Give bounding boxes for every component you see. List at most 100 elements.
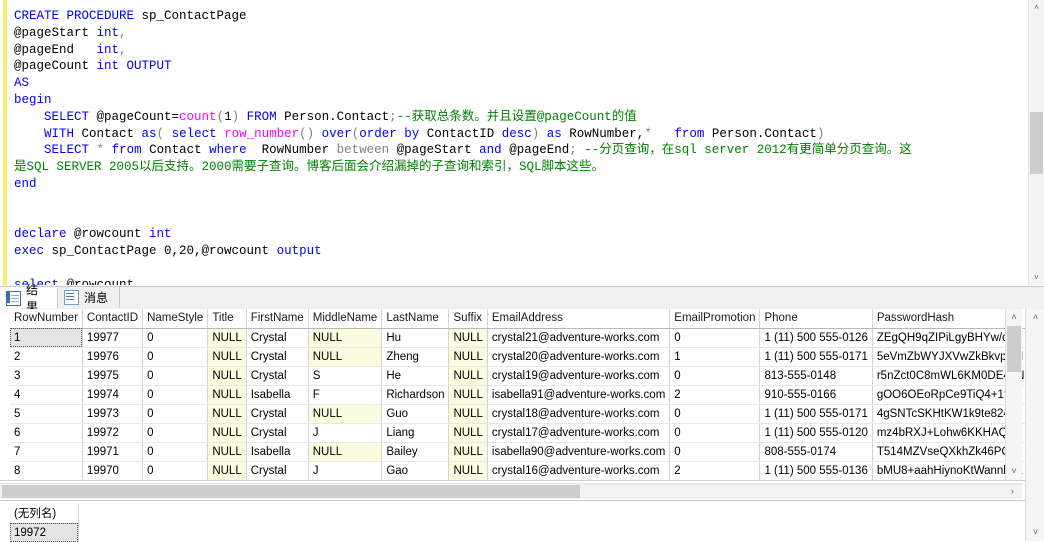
- scroll-up-icon[interactable]: ˄: [1029, 0, 1044, 15]
- table-cell[interactable]: 0: [142, 442, 209, 462]
- table-cell[interactable]: Crystal: [246, 347, 309, 367]
- table-row[interactable]: 4 19974 0 NULL Isabella F Richardson NULL isabel…: [10, 385, 1029, 405]
- table-cell[interactable]: 19976: [82, 347, 144, 367]
- table-cell[interactable]: NULL: [207, 347, 247, 367]
- table-cell[interactable]: 19970: [82, 461, 144, 480]
- scroll-up-icon[interactable]: ˄: [1027, 309, 1044, 326]
- results-grid-1-container[interactable]: RowNumber ContactID NameStyle Title FirstNam…: [0, 309, 1029, 481]
- table-cell[interactable]: 5: [10, 404, 83, 424]
- table-cell[interactable]: 19974: [82, 385, 144, 405]
- results-grid-2-container[interactable]: (无列名) 19972: [0, 500, 1025, 542]
- table-cell[interactable]: 808-555-0174: [759, 442, 873, 462]
- table-cell[interactable]: crystal16@adventure-works.com: [487, 461, 671, 480]
- table-cell[interactable]: NULL: [448, 461, 488, 480]
- table-cell[interactable]: Crystal: [246, 366, 309, 386]
- column-header[interactable]: (无列名): [10, 504, 79, 524]
- table-cell[interactable]: Bailey: [381, 442, 450, 462]
- table-cell[interactable]: 910-555-0166: [759, 385, 873, 405]
- table-cell[interactable]: F: [308, 385, 383, 405]
- table-cell[interactable]: J: [308, 423, 383, 443]
- table-row[interactable]: 1 19977 0 NULL Crystal NULL Hu NULL crystal21@ad…: [10, 328, 1029, 348]
- table-cell[interactable]: 0: [669, 328, 761, 348]
- column-header[interactable]: NameStyle: [142, 309, 209, 329]
- table-cell[interactable]: 0: [669, 442, 761, 462]
- table-cell[interactable]: 19972: [10, 523, 79, 542]
- editor-vertical-scrollbar[interactable]: ˄ ˅: [1028, 0, 1044, 285]
- column-header[interactable]: MiddleName: [308, 309, 383, 329]
- table-cell[interactable]: crystal17@adventure-works.com: [487, 423, 671, 443]
- table-cell[interactable]: isabella91@adventure-works.com: [487, 385, 671, 405]
- table-cell[interactable]: 2: [669, 461, 761, 480]
- column-header[interactable]: RowNumber: [10, 309, 83, 329]
- table-cell[interactable]: 1 (11) 500 555-0126: [759, 328, 873, 348]
- table-cell[interactable]: Zheng: [381, 347, 450, 367]
- table-cell[interactable]: NULL: [308, 328, 383, 348]
- column-header[interactable]: ContactID: [82, 309, 144, 329]
- table-cell[interactable]: crystal20@adventure-works.com: [487, 347, 671, 367]
- table-cell[interactable]: NULL: [207, 328, 247, 348]
- table-cell[interactable]: 4: [10, 385, 83, 405]
- table-cell[interactable]: NULL: [308, 442, 383, 462]
- table-cell[interactable]: NULL: [448, 328, 488, 348]
- results-pane-vertical-scrollbar[interactable]: ˄ ˅: [1025, 309, 1044, 541]
- table-cell[interactable]: 7: [10, 442, 83, 462]
- table-cell[interactable]: NULL: [448, 385, 488, 405]
- table-row[interactable]: 7 19971 0 NULL Isabella NULL Bailey NULL isabell…: [10, 442, 1029, 462]
- table-cell[interactable]: 19977: [82, 328, 144, 348]
- table-cell[interactable]: Guo: [381, 404, 450, 424]
- table-cell[interactable]: Crystal: [246, 461, 309, 480]
- table-cell[interactable]: 0: [669, 366, 761, 386]
- sql-editor-pane[interactable]: CREATE PROCEDURE sp_ContactPage @pageStar…: [0, 0, 1044, 285]
- table-cell[interactable]: 0: [142, 404, 209, 424]
- table-cell[interactable]: Crystal: [246, 404, 309, 424]
- grid1-horizontal-scrollbar[interactable]: ›: [0, 483, 1022, 499]
- table-cell[interactable]: 2: [10, 347, 83, 367]
- table-cell[interactable]: Liang: [381, 423, 450, 443]
- table-cell[interactable]: 813-555-0148: [759, 366, 873, 386]
- table-cell[interactable]: 0: [669, 423, 761, 443]
- table-row[interactable]: 2 19976 0 NULL Crystal NULL Zheng NULL crystal20…: [10, 347, 1029, 367]
- table-cell[interactable]: 1: [10, 328, 83, 348]
- table-cell[interactable]: NULL: [448, 347, 488, 367]
- column-header[interactable]: Suffix: [448, 309, 488, 329]
- table-cell[interactable]: 1: [669, 347, 761, 367]
- table-cell[interactable]: 0: [142, 366, 209, 386]
- table-cell[interactable]: 0: [142, 385, 209, 405]
- table-cell[interactable]: 6: [10, 423, 83, 443]
- table-cell[interactable]: NULL: [308, 404, 383, 424]
- table-cell[interactable]: NULL: [448, 423, 488, 443]
- table-cell[interactable]: 19972: [82, 423, 144, 443]
- table-cell[interactable]: NULL: [308, 347, 383, 367]
- table-cell[interactable]: Hu: [381, 328, 450, 348]
- table-cell[interactable]: Isabella: [246, 385, 309, 405]
- table-cell[interactable]: NULL: [207, 385, 247, 405]
- table-row[interactable]: 5 19973 0 NULL Crystal NULL Guo NULL crystal18@a…: [10, 404, 1029, 424]
- scroll-down-icon[interactable]: ˅: [1027, 524, 1044, 541]
- table-cell[interactable]: 1 (11) 500 555-0171: [759, 347, 873, 367]
- table-cell[interactable]: 0: [142, 423, 209, 443]
- tab-results[interactable]: 结果: [0, 283, 58, 314]
- scroll-right-icon[interactable]: ›: [1005, 484, 1020, 499]
- editor-scroll-thumb[interactable]: [1030, 112, 1043, 174]
- sql-code-text[interactable]: CREATE PROCEDURE sp_ContactPage @pageStar…: [14, 8, 1034, 285]
- table-cell[interactable]: NULL: [207, 442, 247, 462]
- grid1-hscroll-thumb[interactable]: [2, 485, 580, 498]
- scroll-down-icon[interactable]: ˅: [1029, 270, 1044, 285]
- table-row[interactable]: 3 19975 0 NULL Crystal S He NULL crystal19@adven…: [10, 366, 1029, 386]
- table-cell[interactable]: crystal21@adventure-works.com: [487, 328, 671, 348]
- scroll-down-icon[interactable]: ˅: [1006, 463, 1022, 480]
- table-row[interactable]: 8 19970 0 NULL Crystal J Gao NULL crystal16@adve…: [10, 461, 1029, 480]
- table-cell[interactable]: isabella90@adventure-works.com: [487, 442, 671, 462]
- table-cell[interactable]: Crystal: [246, 423, 309, 443]
- table-cell[interactable]: NULL: [448, 442, 488, 462]
- column-header[interactable]: Phone: [759, 309, 873, 329]
- table-cell[interactable]: 0: [142, 461, 209, 480]
- table-cell[interactable]: 19975: [82, 366, 144, 386]
- column-header[interactable]: EmailAddress: [487, 309, 671, 329]
- table-cell[interactable]: J: [308, 461, 383, 480]
- table-cell[interactable]: NULL: [448, 404, 488, 424]
- table-cell[interactable]: 19971: [82, 442, 144, 462]
- table-cell[interactable]: 0: [142, 347, 209, 367]
- table-cell[interactable]: NULL: [448, 366, 488, 386]
- table-row[interactable]: 19972: [10, 523, 79, 542]
